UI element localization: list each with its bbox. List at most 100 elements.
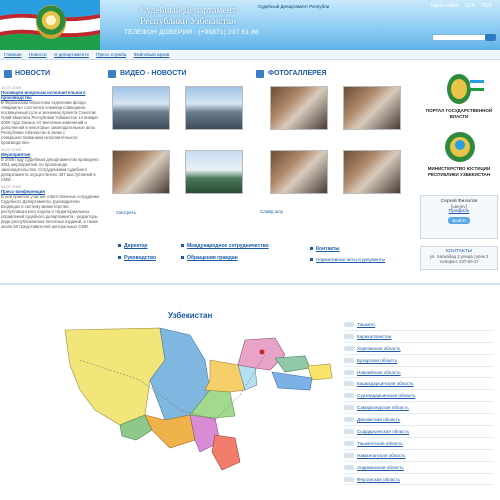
map-title: Узбекистан <box>168 311 213 320</box>
hotline-phone: ТЕЛЕФОН ДОВЕРИЯ : (+99871) 237 61 86 <box>124 29 259 36</box>
gov-portal-label: ПОРТАЛ ГОСУДАРСТВЕННОЙ ВЛАСТИ <box>425 108 493 119</box>
title-line-2: Республики Узбекистан <box>139 16 237 27</box>
slideshow-link[interactable]: Слайд шоу <box>260 209 283 214</box>
region-item-bukhara[interactable]: Бухарская область <box>344 355 494 367</box>
region-surkhandarya <box>211 434 241 471</box>
region-list: Ташкент Каракалпакстан Хорезмская област… <box>344 319 494 486</box>
news-item: 03.07.2009 Мероприятия В 2008 году Судеб… <box>1 147 99 182</box>
gallery-photo[interactable] <box>270 86 328 130</box>
gallery-photo[interactable] <box>343 86 401 130</box>
profile-link[interactable]: Профиль <box>421 209 497 214</box>
news-title[interactable]: Посвящен вопросам исполнительного произв… <box>1 90 99 100</box>
ministry-banner[interactable]: МИНИСТЕРСТВО ЮСТИЦИИ РЕСПУБЛИКИ УЗБЕКИСТ… <box>420 130 498 188</box>
region-fergana <box>271 371 313 391</box>
link-contacts[interactable]: Контакты <box>310 246 385 252</box>
region-marker-icon <box>344 417 354 423</box>
news-item: 10.07.2009 Посвящен вопросам исполнитель… <box>1 85 99 145</box>
region-item-fergana[interactable]: Ферганская область <box>344 474 494 486</box>
region-item-khorezm[interactable]: Хорезмская область <box>344 343 494 355</box>
region-marker-icon <box>344 369 354 375</box>
nav-item-archive[interactable]: Файловый архив <box>134 52 170 57</box>
video-thumbnail[interactable] <box>112 86 170 130</box>
link-citizen-appeals[interactable]: Обращения граждан <box>181 255 269 261</box>
region-item-tashkent-oblast[interactable]: Ташкентская область <box>344 438 494 450</box>
link-director[interactable]: Директор <box>118 243 156 249</box>
gallery-section-title: ФОТОГАЛЛЕРЕЯ <box>268 70 327 77</box>
region-item-karakalpakstan[interactable]: Каракалпакстан <box>344 331 494 343</box>
video-section-title: ВИДЕО - НОВОСТИ <box>120 70 187 77</box>
region-andijan <box>307 363 333 381</box>
video-thumbnail[interactable] <box>185 86 243 130</box>
nav-item-home[interactable]: Главная <box>4 52 21 57</box>
search-button[interactable] <box>485 34 496 41</box>
region-item-surkhandarya[interactable]: Сурхандарьинская область <box>344 390 494 403</box>
header-small-caption: Судебный Департамент Республи <box>258 4 330 9</box>
region-marker-icon <box>344 452 354 458</box>
links-col-3: Контакты Нормативные акты и документы <box>310 246 385 262</box>
region-karakalpakstan <box>64 327 166 426</box>
region-marker-icon <box>344 357 354 363</box>
region-item-jizzakh[interactable]: Джизакская область <box>344 414 494 427</box>
region-item-samarkand[interactable]: Самаркандская область <box>344 402 494 415</box>
sitemap-link[interactable]: Карта сайта <box>431 3 459 9</box>
region-marker-icon <box>344 333 354 339</box>
news-body: В ней приняли участие ответственные сотр… <box>1 194 99 229</box>
gov-portal-banner[interactable]: ПОРТАЛ ГОСУДАРСТВЕННОЙ ВЛАСТИ <box>420 70 498 128</box>
lang-uzb-link[interactable]: UZB <box>465 3 475 9</box>
region-item-syrdarya[interactable]: Сырдарьинская область <box>344 426 494 438</box>
region-item-andijan[interactable]: Андижанская область <box>344 462 494 474</box>
gallery-photo[interactable] <box>343 150 401 194</box>
ministry-emblem <box>445 132 475 162</box>
video-thumbnail[interactable] <box>185 150 243 194</box>
news-body: В 2008 году Судебным департаментом прове… <box>1 157 99 182</box>
title-line-1: Судебный Департамент <box>140 6 236 16</box>
region-marker-icon <box>344 405 354 411</box>
logout-button[interactable]: Выйти <box>448 217 470 224</box>
watch-video-link[interactable]: Смотреть <box>116 210 136 215</box>
nav-item-press[interactable]: Пресс-служба <box>96 52 126 57</box>
lang-rus-link[interactable]: RUS <box>481 3 492 9</box>
video-section-icon <box>108 70 116 78</box>
region-item-tashkent[interactable]: Ташкент <box>344 319 494 331</box>
region-marker-icon <box>344 476 354 482</box>
region-item-namangan[interactable]: Наманганская область <box>344 450 494 462</box>
nav-item-about[interactable]: О департаменте <box>54 52 89 57</box>
gov-portal-logo <box>447 74 484 104</box>
tashkent-city-marker <box>259 349 265 355</box>
region-namangan <box>274 355 311 373</box>
link-international[interactable]: Международное сотрудничество <box>181 243 269 249</box>
links-col-2: Международное сотрудничество Обращения г… <box>181 243 269 261</box>
region-marker-icon <box>344 345 354 351</box>
news-section-title: НОВОСТИ <box>15 70 51 77</box>
contacts-box: КОНТАКТЫ ул. Халкабад 3 улица тупик 2 те… <box>420 246 498 270</box>
region-bukhara <box>144 414 196 449</box>
news-item: 03.07.2009 Пресс-конференция В ней приня… <box>1 184 99 229</box>
link-normative-acts[interactable]: Нормативные акты и документы <box>310 257 385 262</box>
contacts-phone: телефон: 237-60-17 <box>439 259 479 264</box>
news-list: 10.07.2009 Посвящен вопросам исполнитель… <box>1 85 99 229</box>
site-header: Судебный Департамент Республики Узбекист… <box>0 0 500 50</box>
region-item-kashkadarya[interactable]: Кашкадарьинская область <box>344 378 494 391</box>
organization-title[interactable]: Судебный Департамент Республики Узбекист… <box>118 6 258 27</box>
gallery-section-icon <box>256 70 264 78</box>
header-top-links: Карта сайта UZB RUS <box>426 3 492 9</box>
video-thumbnail[interactable] <box>112 150 170 194</box>
news-body: В Ферганском областном отделении фонда «… <box>1 100 98 145</box>
user-box: Сергей Филатов [ьвеjev] Профиль Выйти <box>420 195 498 239</box>
link-management[interactable]: Руководство <box>118 255 156 261</box>
region-item-navoi[interactable]: Навоийская область <box>344 367 494 379</box>
region-marker-icon <box>344 381 354 387</box>
state-emblem[interactable] <box>36 5 66 39</box>
main-nav: Главная Новости О департаменте Пресс-слу… <box>0 50 500 60</box>
region-marker-icon <box>344 393 354 399</box>
gallery-photo[interactable] <box>270 150 328 194</box>
ministry-label: МИНИСТЕРСТВО ЮСТИЦИИ РЕСПУБЛИКИ УЗБЕКИСТ… <box>427 166 491 177</box>
region-marker-icon <box>344 440 354 446</box>
region-marker-icon <box>344 464 354 470</box>
uzbekistan-map[interactable] <box>40 320 340 480</box>
news-section-icon <box>4 70 12 78</box>
region-marker-icon <box>344 428 354 434</box>
region-marker-icon <box>344 321 354 327</box>
links-col-1: Директор Руководство <box>118 243 156 261</box>
nav-item-news[interactable]: Новости <box>29 52 47 57</box>
